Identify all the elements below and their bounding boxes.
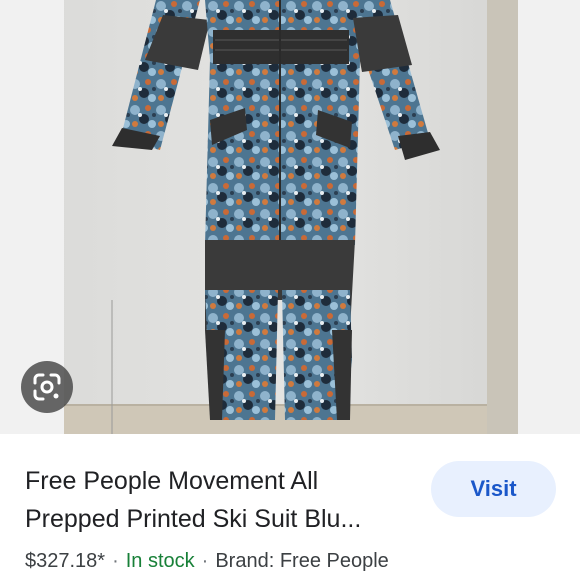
stock-status: In stock bbox=[125, 550, 195, 572]
separator-dot: · bbox=[201, 550, 209, 572]
product-brand: Brand: Free People bbox=[215, 550, 389, 572]
product-info-panel: Free People Movement All Prepped Printed… bbox=[0, 434, 580, 580]
product-price: $327.18* bbox=[25, 550, 106, 572]
product-meta: $327.18* · In stock · Brand: Free People bbox=[25, 550, 389, 573]
product-title-line1: Free People Movement All bbox=[25, 467, 319, 495]
google-lens-button[interactable] bbox=[21, 361, 73, 413]
product-image[interactable] bbox=[0, 0, 580, 434]
visit-button[interactable]: Visit bbox=[431, 461, 556, 517]
ski-suit-photo bbox=[0, 0, 580, 434]
google-lens-icon bbox=[33, 373, 61, 401]
product-title[interactable]: Free People Movement All Prepped Printed… bbox=[25, 462, 415, 538]
separator-dot: · bbox=[112, 550, 119, 572]
product-title-line2: Prepped Printed Ski Suit Blu... bbox=[25, 505, 362, 533]
